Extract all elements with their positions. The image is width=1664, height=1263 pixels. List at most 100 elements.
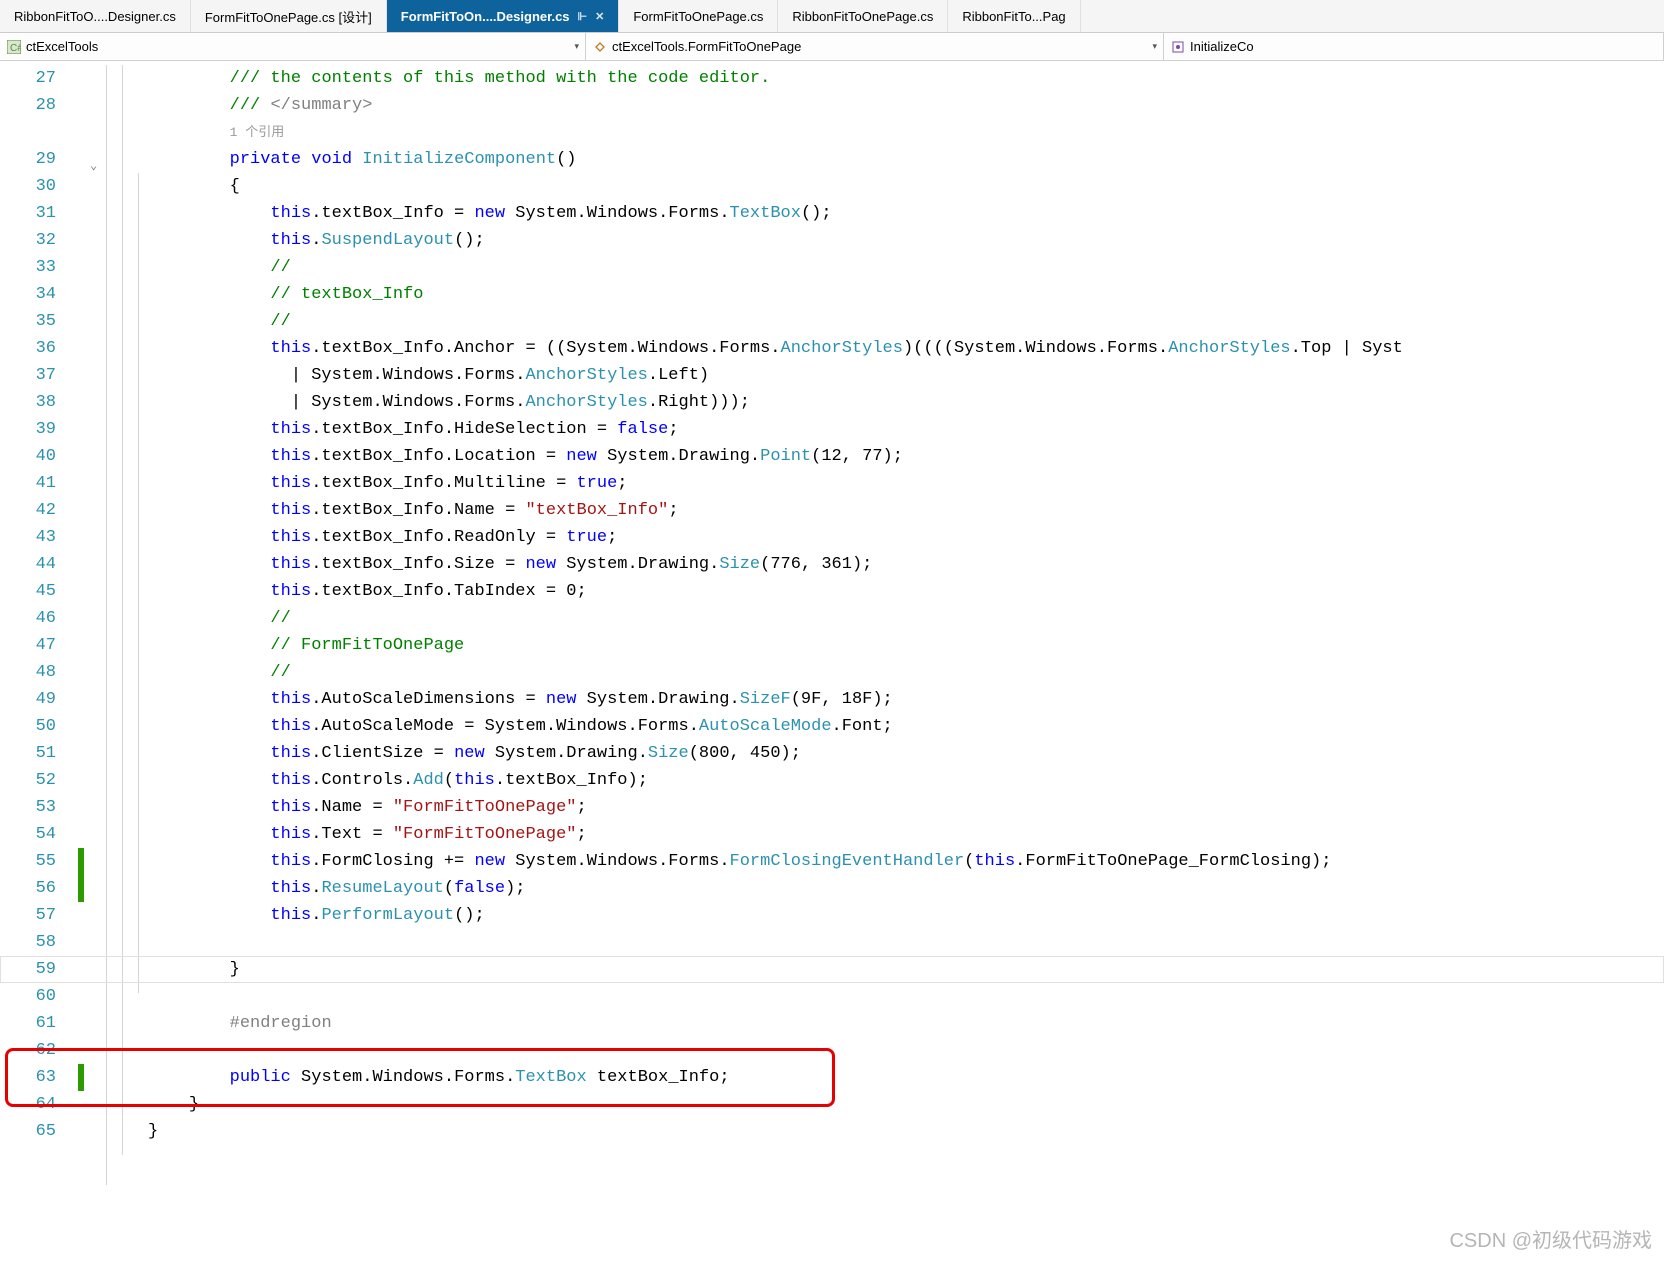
code-line[interactable]: // (148, 254, 1664, 281)
code-line[interactable]: 1 个引用 (148, 119, 1664, 146)
code-line[interactable]: this.textBox_Info.Size = new System.Draw… (148, 551, 1664, 578)
code-line[interactable]: this.ResumeLayout(false); (148, 875, 1664, 902)
code-line[interactable]: | System.Windows.Forms.AnchorStyles.Left… (148, 362, 1664, 389)
code-line[interactable]: // (148, 605, 1664, 632)
code-line[interactable]: this.textBox_Info.Name = "textBox_Info"; (148, 497, 1664, 524)
line-number: 28 (0, 92, 56, 119)
file-tab[interactable]: FormFitToOnePage.cs [设计] (191, 0, 387, 32)
line-number: 40 (0, 443, 56, 470)
file-tab[interactable]: RibbonFitTo...Pag (948, 0, 1080, 32)
code-line[interactable]: this.textBox_Info.ReadOnly = true; (148, 524, 1664, 551)
chevron-down-icon: ▾ (574, 41, 579, 52)
line-number: 59 (0, 956, 56, 983)
code-line[interactable]: this.textBox_Info = new System.Windows.F… (148, 200, 1664, 227)
code-line[interactable]: | System.Windows.Forms.AnchorStyles.Righ… (148, 389, 1664, 416)
line-number: 33 (0, 254, 56, 281)
navigation-bar: C# ctExcelTools ▾ ctExcelTools.FormFitTo… (0, 33, 1664, 61)
code-line[interactable]: this.Controls.Add(this.textBox_Info); (148, 767, 1664, 794)
tab-label: FormFitToOnePage.cs [设计] (205, 7, 372, 26)
code-line[interactable]: this.textBox_Info.Multiline = true; (148, 470, 1664, 497)
code-line[interactable]: this.Text = "FormFitToOnePage"; (148, 821, 1664, 848)
class-label: ctExcelTools.FormFitToOnePage (612, 39, 801, 54)
line-number: 41 (0, 470, 56, 497)
chevron-down-icon: ▾ (1152, 41, 1157, 52)
tab-label: FormFitToOn....Designer.cs (401, 9, 570, 24)
line-number: 64 (0, 1091, 56, 1118)
code-line[interactable]: public System.Windows.Forms.TextBox text… (148, 1064, 1664, 1091)
code-line[interactable] (148, 1037, 1664, 1064)
change-indicator (78, 1064, 84, 1091)
fold-icon[interactable]: ⌄ (90, 152, 97, 179)
line-number: 48 (0, 659, 56, 686)
code-line[interactable]: } (148, 956, 1664, 983)
code-line[interactable]: // (148, 659, 1664, 686)
svg-text:C#: C# (10, 43, 21, 54)
line-number: 36 (0, 335, 56, 362)
line-number: 50 (0, 713, 56, 740)
tab-label: FormFitToOnePage.cs (633, 9, 763, 24)
line-number: 38 (0, 389, 56, 416)
code-line[interactable]: this.Name = "FormFitToOnePage"; (148, 794, 1664, 821)
project-dropdown[interactable]: C# ctExcelTools ▾ (0, 33, 586, 60)
line-number: 51 (0, 740, 56, 767)
line-number: 34 (0, 281, 56, 308)
code-line[interactable]: private void InitializeComponent() (148, 146, 1664, 173)
file-tab[interactable]: RibbonFitToOnePage.cs (778, 0, 948, 32)
code-line[interactable]: this.PerformLayout(); (148, 902, 1664, 929)
code-line[interactable]: // textBox_Info (148, 281, 1664, 308)
marker-column: ⌄ (70, 61, 104, 1263)
line-number: 47 (0, 632, 56, 659)
line-number: 53 (0, 794, 56, 821)
line-numbers: 2728293031323334353637383940414243444546… (0, 61, 70, 1263)
member-label: InitializeCo (1190, 39, 1254, 54)
file-tab[interactable]: FormFitToOn....Designer.cs ⊩ ✕ (387, 0, 620, 32)
line-number: 43 (0, 524, 56, 551)
line-number: 63 (0, 1064, 56, 1091)
outline-guides (104, 61, 148, 1263)
line-number: 54 (0, 821, 56, 848)
code-line[interactable]: { (148, 173, 1664, 200)
tab-label: RibbonFitToOnePage.cs (792, 9, 933, 24)
code-line[interactable]: /// the contents of this method with the… (148, 65, 1664, 92)
code-line[interactable]: this.FormClosing += new System.Windows.F… (148, 848, 1664, 875)
line-number: 44 (0, 551, 56, 578)
line-number: 52 (0, 767, 56, 794)
gutter: 2728293031323334353637383940414243444546… (0, 61, 104, 1263)
file-tabs: RibbonFitToO....Designer.cs FormFitToOneP… (0, 0, 1664, 33)
code-line[interactable]: // FormFitToOnePage (148, 632, 1664, 659)
code-line[interactable] (148, 983, 1664, 1010)
code-line[interactable]: this.AutoScaleMode = System.Windows.Form… (148, 713, 1664, 740)
close-icon[interactable]: ✕ (595, 10, 604, 23)
line-number: 46 (0, 605, 56, 632)
method-icon (1170, 39, 1186, 55)
code-line[interactable]: this.textBox_Info.HideSelection = false; (148, 416, 1664, 443)
line-number: 29 (0, 146, 56, 173)
code-line[interactable]: this.AutoScaleDimensions = new System.Dr… (148, 686, 1664, 713)
code-content[interactable]: /// the contents of this method with the… (148, 61, 1664, 1263)
code-line[interactable]: } (148, 1091, 1664, 1118)
line-number (0, 119, 56, 146)
line-number: 30 (0, 173, 56, 200)
pin-icon[interactable]: ⊩ (578, 10, 588, 23)
tab-label: RibbonFitTo...Pag (962, 9, 1065, 24)
class-dropdown[interactable]: ctExcelTools.FormFitToOnePage ▾ (586, 33, 1164, 60)
code-line[interactable]: this.textBox_Info.TabIndex = 0; (148, 578, 1664, 605)
code-line[interactable] (148, 929, 1664, 956)
code-line[interactable]: this.SuspendLayout(); (148, 227, 1664, 254)
code-line[interactable]: #endregion (148, 1010, 1664, 1037)
file-tab[interactable]: RibbonFitToO....Designer.cs (0, 0, 191, 32)
code-line[interactable]: this.textBox_Info.Anchor = ((System.Wind… (148, 335, 1664, 362)
file-tab[interactable]: FormFitToOnePage.cs (619, 0, 778, 32)
code-line[interactable]: } (148, 1118, 1664, 1145)
code-editor[interactable]: 2728293031323334353637383940414243444546… (0, 61, 1664, 1263)
line-number: 56 (0, 875, 56, 902)
class-icon (592, 39, 608, 55)
line-number: 32 (0, 227, 56, 254)
code-line[interactable]: /// </summary> (148, 92, 1664, 119)
code-line[interactable]: // (148, 308, 1664, 335)
code-line[interactable]: this.textBox_Info.Location = new System.… (148, 443, 1664, 470)
project-label: ctExcelTools (26, 39, 98, 54)
line-number: 35 (0, 308, 56, 335)
code-line[interactable]: this.ClientSize = new System.Drawing.Siz… (148, 740, 1664, 767)
member-dropdown[interactable]: InitializeCo (1164, 33, 1664, 60)
